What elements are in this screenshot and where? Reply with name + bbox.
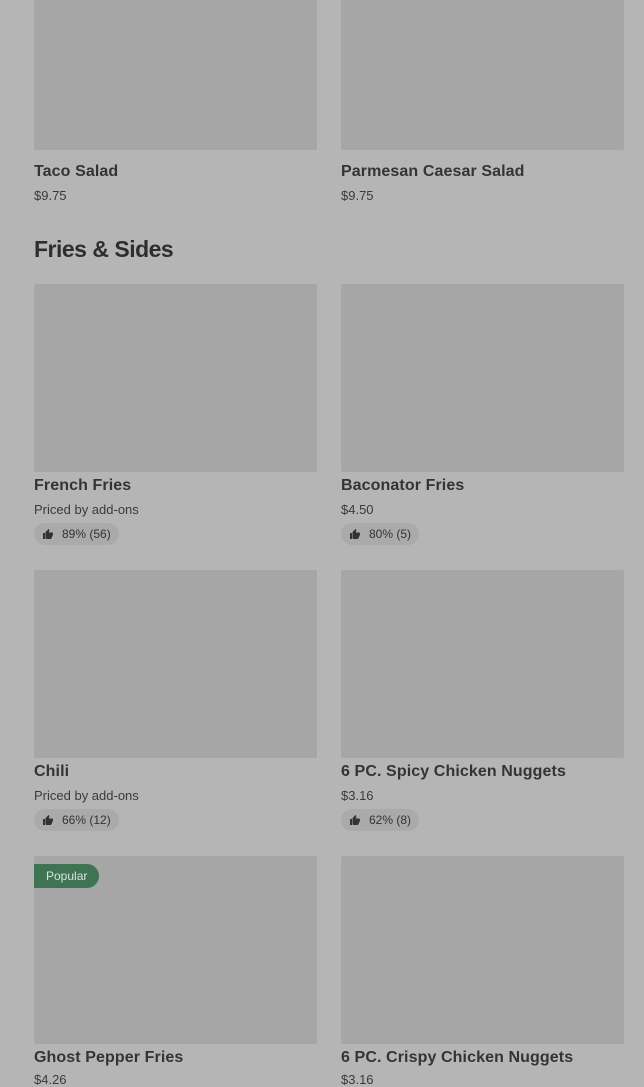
item-title: Parmesan Caesar Salad	[341, 163, 525, 180]
thumbs-up-icon	[350, 815, 360, 825]
item-price: Priced by add-ons	[34, 502, 139, 517]
item-title: French Fries	[34, 477, 132, 494]
menu-item-card[interactable]: French Fries Priced by add-ons 89% (56)	[34, 284, 317, 545]
rating-pill: 89% (56)	[34, 523, 119, 545]
menu-item-card[interactable]: Chili Priced by add-ons 66% (12)	[34, 570, 317, 831]
rating-text: 66% (12)	[62, 813, 111, 827]
item-price: $3.16	[341, 788, 374, 803]
thumbs-up-icon	[350, 529, 360, 539]
rating-pill: 66% (12)	[34, 809, 119, 831]
item-title: Chili	[34, 763, 70, 780]
item-title: Taco Salad	[34, 163, 119, 180]
rating-text: 89% (56)	[62, 527, 111, 541]
item-image[interactable]	[341, 284, 624, 472]
item-price: $9.75	[34, 188, 67, 203]
item-image[interactable]	[34, 570, 317, 758]
item-image[interactable]	[341, 570, 624, 758]
popular-badge: Popular	[34, 864, 100, 888]
item-price: $9.75	[341, 188, 374, 203]
menu-page: Taco Salad $9.75 Parmesan Caesar Salad $…	[0, 0, 644, 1087]
menu-item-card[interactable]: Baconator Fries $4.50 80% (5)	[341, 284, 624, 545]
item-image[interactable]	[34, 0, 317, 150]
item-price: Priced by add-ons	[34, 788, 139, 803]
item-title: Baconator Fries	[341, 477, 465, 494]
menu-item-card[interactable]: 6 PC. Crispy Chicken Nuggets $3.16	[341, 856, 624, 1087]
item-title: 6 PC. Crispy Chicken Nuggets	[341, 1049, 574, 1066]
rating-text: 62% (8)	[369, 813, 412, 827]
item-image[interactable]	[341, 0, 624, 150]
rating-text: 80% (5)	[369, 527, 412, 541]
rating-pill: 80% (5)	[341, 523, 420, 545]
menu-item-card[interactable]: 6 PC. Spicy Chicken Nuggets $3.16 62% (8…	[341, 570, 624, 831]
item-image[interactable]	[34, 284, 317, 472]
item-image[interactable]	[341, 856, 624, 1044]
thumbs-up-icon	[43, 529, 53, 539]
item-title: 6 PC. Spicy Chicken Nuggets	[341, 763, 566, 780]
menu-item-card[interactable]: Parmesan Caesar Salad $9.75	[341, 0, 624, 203]
menu-item-card[interactable]: Popular Ghost Pepper Fries $4.26	[34, 856, 317, 1087]
thumbs-up-icon	[43, 815, 53, 825]
item-image[interactable]: Popular	[34, 856, 317, 1044]
item-price: $4.50	[341, 502, 374, 517]
section-heading: Fries & Sides	[34, 236, 174, 262]
rating-pill: 62% (8)	[341, 809, 420, 831]
item-title: Ghost Pepper Fries	[34, 1049, 184, 1066]
menu-item-card[interactable]: Taco Salad $9.75	[34, 0, 317, 203]
